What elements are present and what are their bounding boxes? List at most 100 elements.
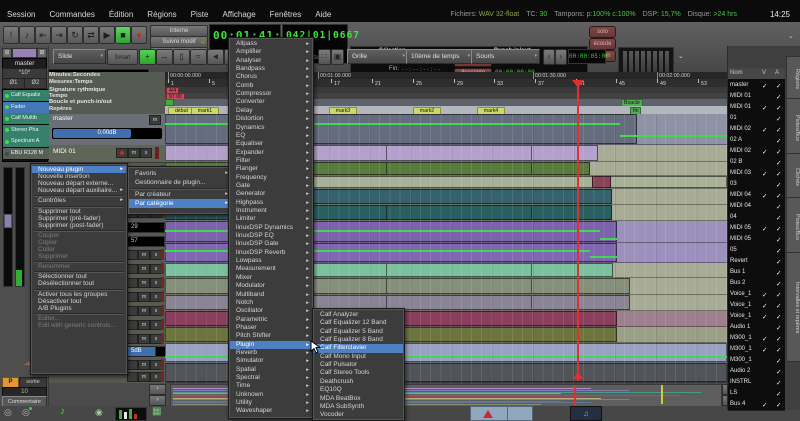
- menu-affichage[interactable]: Affichage: [215, 0, 262, 19]
- track-header-master[interactable]: master m 0.00dB: [49, 114, 165, 146]
- category-mixer[interactable]: Mixer▸: [230, 274, 312, 282]
- click-button[interactable]: ♪: [19, 26, 35, 44]
- column-a[interactable]: A: [775, 70, 779, 76]
- save-view-button[interactable]: ▣: [331, 49, 344, 65]
- active-check-icon[interactable]: ✓: [776, 346, 781, 354]
- menu-item-supprimer-post-fader-[interactable]: Supprimer (post-fader): [32, 222, 126, 229]
- category-notch[interactable]: Notch▸: [230, 299, 312, 307]
- category-plugin[interactable]: Plugin▸: [230, 341, 312, 349]
- active-check-icon[interactable]: ✓: [776, 401, 781, 409]
- range-toggle-button[interactable]: [507, 406, 533, 421]
- processor-calf-multib[interactable]: Calf Multib: [3, 113, 53, 125]
- side-tab-clich-s[interactable]: Clichés: [786, 153, 800, 199]
- category-oscillator[interactable]: Oscillator▸: [230, 307, 312, 315]
- active-check-icon[interactable]: ✓: [776, 82, 781, 90]
- category-eq[interactable]: EQ▸: [230, 132, 312, 140]
- value-box[interactable]: 29: [127, 222, 165, 233]
- category-simulator[interactable]: Simulator▸: [230, 357, 312, 365]
- cut-tool-button[interactable]: ▯: [173, 49, 190, 65]
- side-tab-pistes-bus[interactable]: Pistes/Bus: [786, 197, 800, 254]
- midi-panic-button[interactable]: !: [3, 26, 19, 44]
- active-check-icon[interactable]: ✓: [776, 104, 781, 112]
- plugin-calf-equalizer-8-band[interactable]: Calf Equalizer 8 Band: [314, 336, 403, 344]
- visible-check-icon[interactable]: ✓: [762, 192, 767, 200]
- active-check-icon[interactable]: ✓: [776, 137, 781, 145]
- processor-led[interactable]: [5, 128, 9, 132]
- visible-check-icon[interactable]: ✓: [762, 313, 767, 321]
- active-check-icon[interactable]: ✓: [776, 192, 781, 200]
- playhead-line[interactable]: [577, 80, 579, 381]
- menu-item-edit-with-generic-controls-[interactable]: Edit with generic controls...: [32, 322, 126, 329]
- mute-button[interactable]: m: [138, 320, 150, 330]
- go-end-button[interactable]: ⇥: [51, 26, 67, 44]
- category-bandpass[interactable]: Bandpass▸: [230, 65, 312, 73]
- gain-box[interactable]: 5dB: [127, 346, 156, 357]
- playhead-marker-icon[interactable]: [572, 80, 584, 88]
- menu-piste[interactable]: Piste: [184, 0, 216, 19]
- range-tool-button[interactable]: ↔: [156, 49, 173, 65]
- solo-indicator-icon[interactable]: ◎: [4, 407, 12, 418]
- menu-régions[interactable]: Régions: [140, 0, 183, 19]
- visible-check-icon[interactable]: ✓: [762, 104, 767, 112]
- processor-spectrum-a[interactable]: Spectrum A: [3, 136, 53, 148]
- midi-clock-icon[interactable]: ♫: [570, 406, 602, 421]
- summary-scroll-right-button[interactable]: ›: [149, 395, 166, 406]
- track-name[interactable]: master: [53, 115, 73, 122]
- mute-button[interactable]: m: [138, 334, 150, 344]
- visible-check-icon[interactable]: ✓: [762, 302, 767, 310]
- strip-attach-icon[interactable]: ⊞: [2, 48, 12, 58]
- category-amplifier[interactable]: Amplifier▸: [230, 48, 312, 56]
- record-arm-button[interactable]: [127, 292, 138, 302]
- menu-item-renommer[interactable]: Renommer: [32, 263, 126, 270]
- category-pitch-shifter[interactable]: Pitch Shifter▸: [230, 332, 312, 340]
- column-name[interactable]: Nom: [730, 70, 743, 76]
- active-check-icon[interactable]: ✓: [776, 181, 781, 189]
- zoom-options-button[interactable]: ∷: [318, 49, 331, 65]
- processor-calf-equaliz[interactable]: Calf Equaliz: [3, 90, 53, 102]
- plugin-calf-pulsator[interactable]: Calf Pulsator: [314, 361, 403, 369]
- feedback-indicator-icon[interactable]: ◉: [95, 407, 103, 418]
- menu-item-par-cat-gorie[interactable]: Par catégorie▸: [129, 199, 231, 208]
- visible-check-icon[interactable]: ✓: [762, 335, 767, 343]
- processor-led[interactable]: [5, 152, 9, 156]
- mute-button[interactable]: m: [149, 115, 161, 125]
- category-allpass[interactable]: Allpass▸: [230, 40, 312, 48]
- marker-toggle-button[interactable]: [470, 406, 508, 421]
- mute-button[interactable]: m: [138, 360, 150, 370]
- value-box[interactable]: 57: [127, 236, 165, 247]
- record-button[interactable]: ●: [131, 26, 147, 44]
- menu-item-s-lectionner-tout[interactable]: Sélectionner tout: [32, 273, 126, 280]
- category-modulator[interactable]: Modulator▸: [230, 282, 312, 290]
- panel-expander-icon[interactable]: ⌄: [788, 32, 794, 40]
- track-header-midi01[interactable]: MIDI 01 m s: [49, 145, 165, 163]
- processor-led[interactable]: [5, 117, 9, 121]
- category-utility[interactable]: Utility▸: [230, 399, 312, 407]
- record-arm-button[interactable]: [127, 360, 138, 370]
- category-delay[interactable]: Delay▸: [230, 107, 312, 115]
- category-frequency[interactable]: Frequency▸: [230, 174, 312, 182]
- go-start-button[interactable]: ⇤: [35, 26, 51, 44]
- record-arm-button[interactable]: [127, 320, 138, 330]
- active-check-icon[interactable]: ✓: [776, 324, 781, 332]
- audition-tool-button[interactable]: ◄: [207, 49, 224, 65]
- category-measurement[interactable]: Measurement▸: [230, 265, 312, 273]
- menu-item-par-cr-ateur[interactable]: Par créateur▸: [129, 190, 231, 199]
- category-time[interactable]: Time▸: [230, 382, 312, 390]
- summary-scroll-left-button[interactable]: ‹: [149, 384, 166, 395]
- active-check-icon[interactable]: ✓: [776, 390, 781, 398]
- category-generator[interactable]: Generator▸: [230, 190, 312, 198]
- menu-item-contr-les[interactable]: Contrôles▸: [32, 197, 126, 204]
- plugin-calf-filterclavier[interactable]: Calf Filterclavier: [314, 344, 403, 352]
- active-check-icon[interactable]: ✓: [776, 225, 781, 233]
- loop-button[interactable]: ↻: [67, 26, 83, 44]
- fader-handle[interactable]: [4, 214, 12, 228]
- category-linuxdsp-dynamics[interactable]: linuxDSP Dynamics▸: [230, 224, 312, 232]
- category-converter[interactable]: Converter▸: [230, 98, 312, 106]
- record-arm-button[interactable]: [127, 334, 138, 344]
- menu-item-gestionnaire-de-plugin-[interactable]: Gestionnaire de plugin...: [129, 178, 231, 187]
- mute-button[interactable]: m: [138, 292, 150, 302]
- processor-stereo-pha[interactable]: Stereo Pha: [3, 125, 53, 137]
- category-unknown[interactable]: Unknown▸: [230, 391, 312, 399]
- active-check-icon[interactable]: ✓: [776, 379, 781, 387]
- category-instrument[interactable]: Instrument▸: [230, 207, 312, 215]
